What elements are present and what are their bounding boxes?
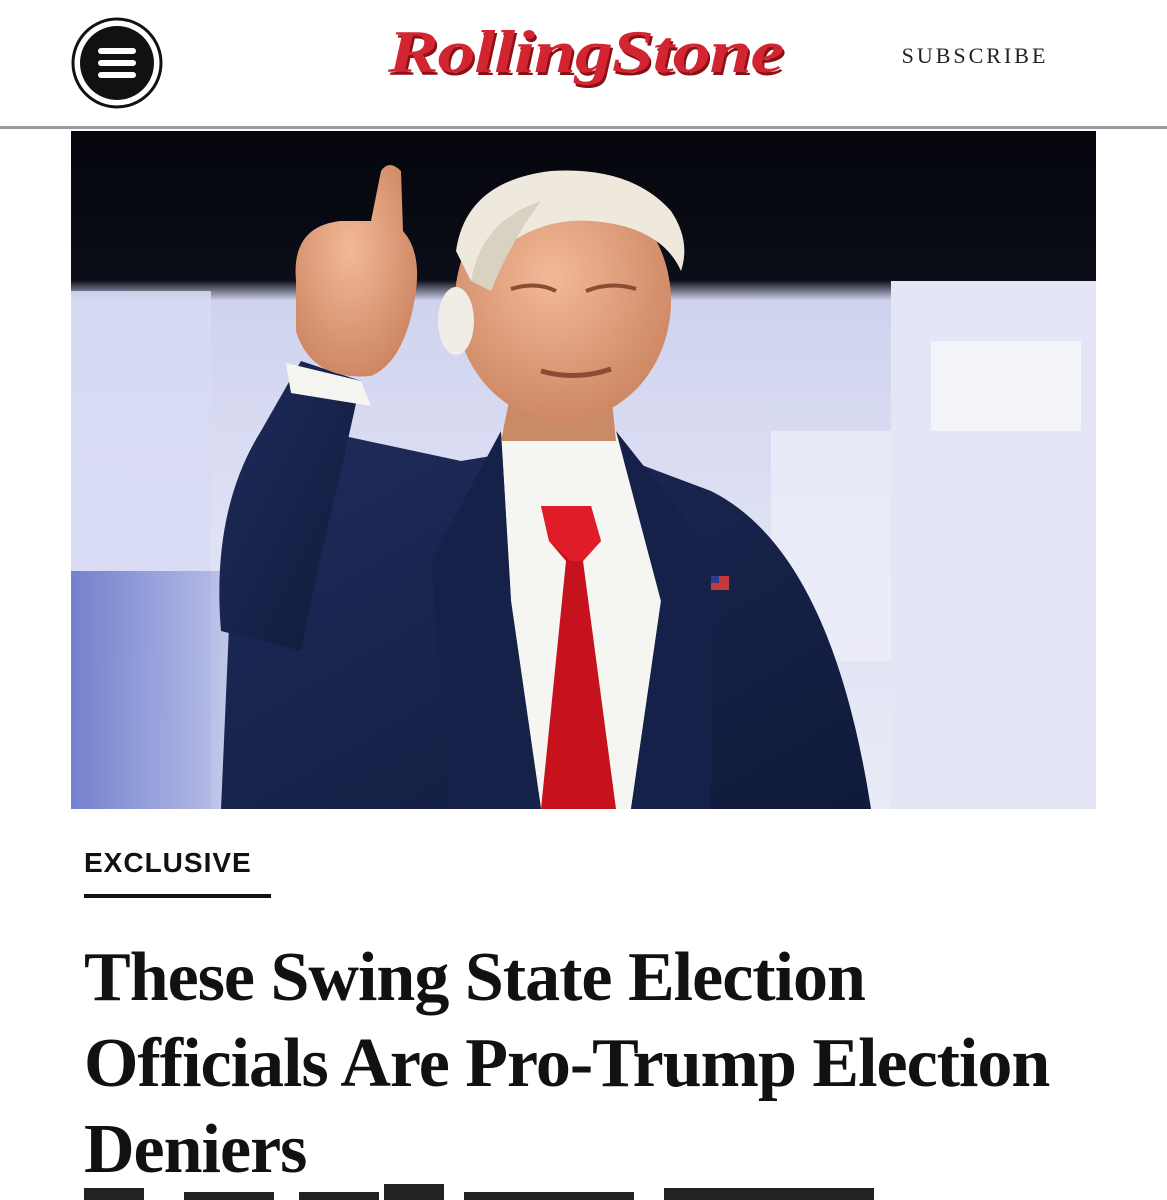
header-divider: [0, 126, 1167, 129]
tag-underline: [84, 894, 271, 898]
subscribe-link[interactable]: SUBSCRIBE: [880, 38, 1070, 74]
logo-text: RollingStone: [387, 19, 784, 85]
hamburger-menu-icon: [71, 17, 163, 109]
site-header: RollingStone RollingStone SUBSCRIBE: [0, 0, 1167, 128]
hero-photo: [71, 131, 1096, 809]
logo-wordmark: RollingStone RollingStone: [387, 19, 787, 88]
article-headline[interactable]: These Swing State Election Officials Are…: [84, 935, 1074, 1193]
menu-button[interactable]: [70, 16, 164, 110]
hero-image: [71, 131, 1096, 809]
subheadline-cropped: [84, 1182, 984, 1200]
article-tag[interactable]: EXCLUSIVE: [84, 843, 252, 883]
rolling-stone-logo[interactable]: RollingStone RollingStone: [380, 14, 790, 94]
cropped-text-shapes: [84, 1184, 874, 1200]
